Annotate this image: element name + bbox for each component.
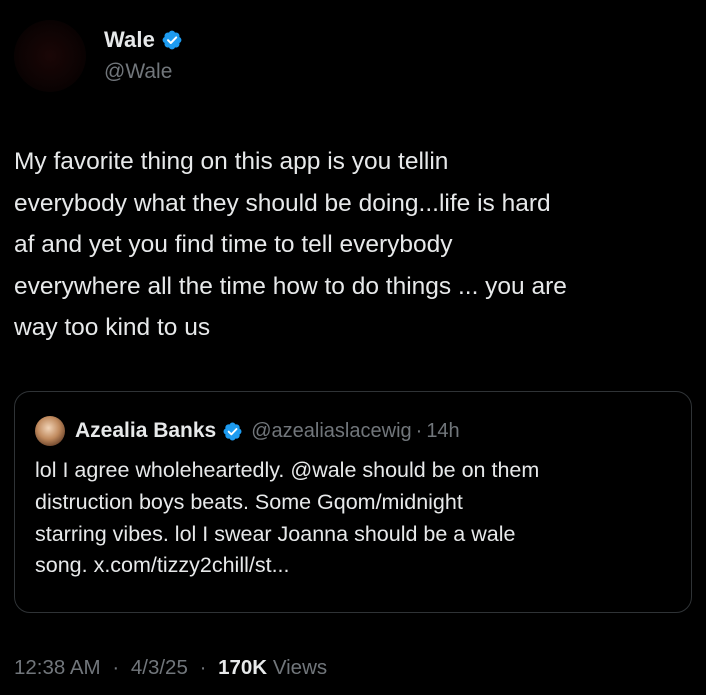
author-handle[interactable]: @Wale xyxy=(104,60,183,84)
separator-dot: · xyxy=(415,419,423,442)
quoted-tweet-time[interactable]: 14h xyxy=(426,420,459,443)
author-block: Wale @Wale xyxy=(104,26,183,84)
views-count[interactable]: 170K xyxy=(218,656,267,679)
author-avatar[interactable] xyxy=(14,20,86,92)
tweet-text: My favorite thing on this app is you tel… xyxy=(14,148,567,341)
quoted-tweet[interactable]: Azealia Banks @azealiaslacewig · 14h lol… xyxy=(14,391,692,613)
quoted-tweet-text: lol I agree wholeheartedly. @wale should… xyxy=(35,458,540,578)
verified-badge-icon xyxy=(162,30,182,50)
quoted-author-handle[interactable]: @azealiaslacewig xyxy=(251,420,411,443)
quoted-author-avatar[interactable] xyxy=(35,416,65,446)
tweet-date[interactable]: 4/3/25 xyxy=(131,656,188,679)
verified-badge-icon xyxy=(223,422,242,440)
quoted-tweet-header: Azealia Banks @azealiaslacewig · 14h xyxy=(35,416,671,446)
tweet-meta: 12:38 AM · 4/3/25 · 170K Views xyxy=(14,656,327,680)
tweet-time[interactable]: 12:38 AM xyxy=(14,656,101,679)
separator-dot: · xyxy=(199,656,207,679)
author-name-row: Wale xyxy=(104,26,183,54)
views-label: Views xyxy=(272,656,328,679)
author-name[interactable]: Wale xyxy=(104,27,155,53)
quoted-author-name[interactable]: Azealia Banks xyxy=(75,419,216,443)
separator-dot: · xyxy=(112,656,120,679)
